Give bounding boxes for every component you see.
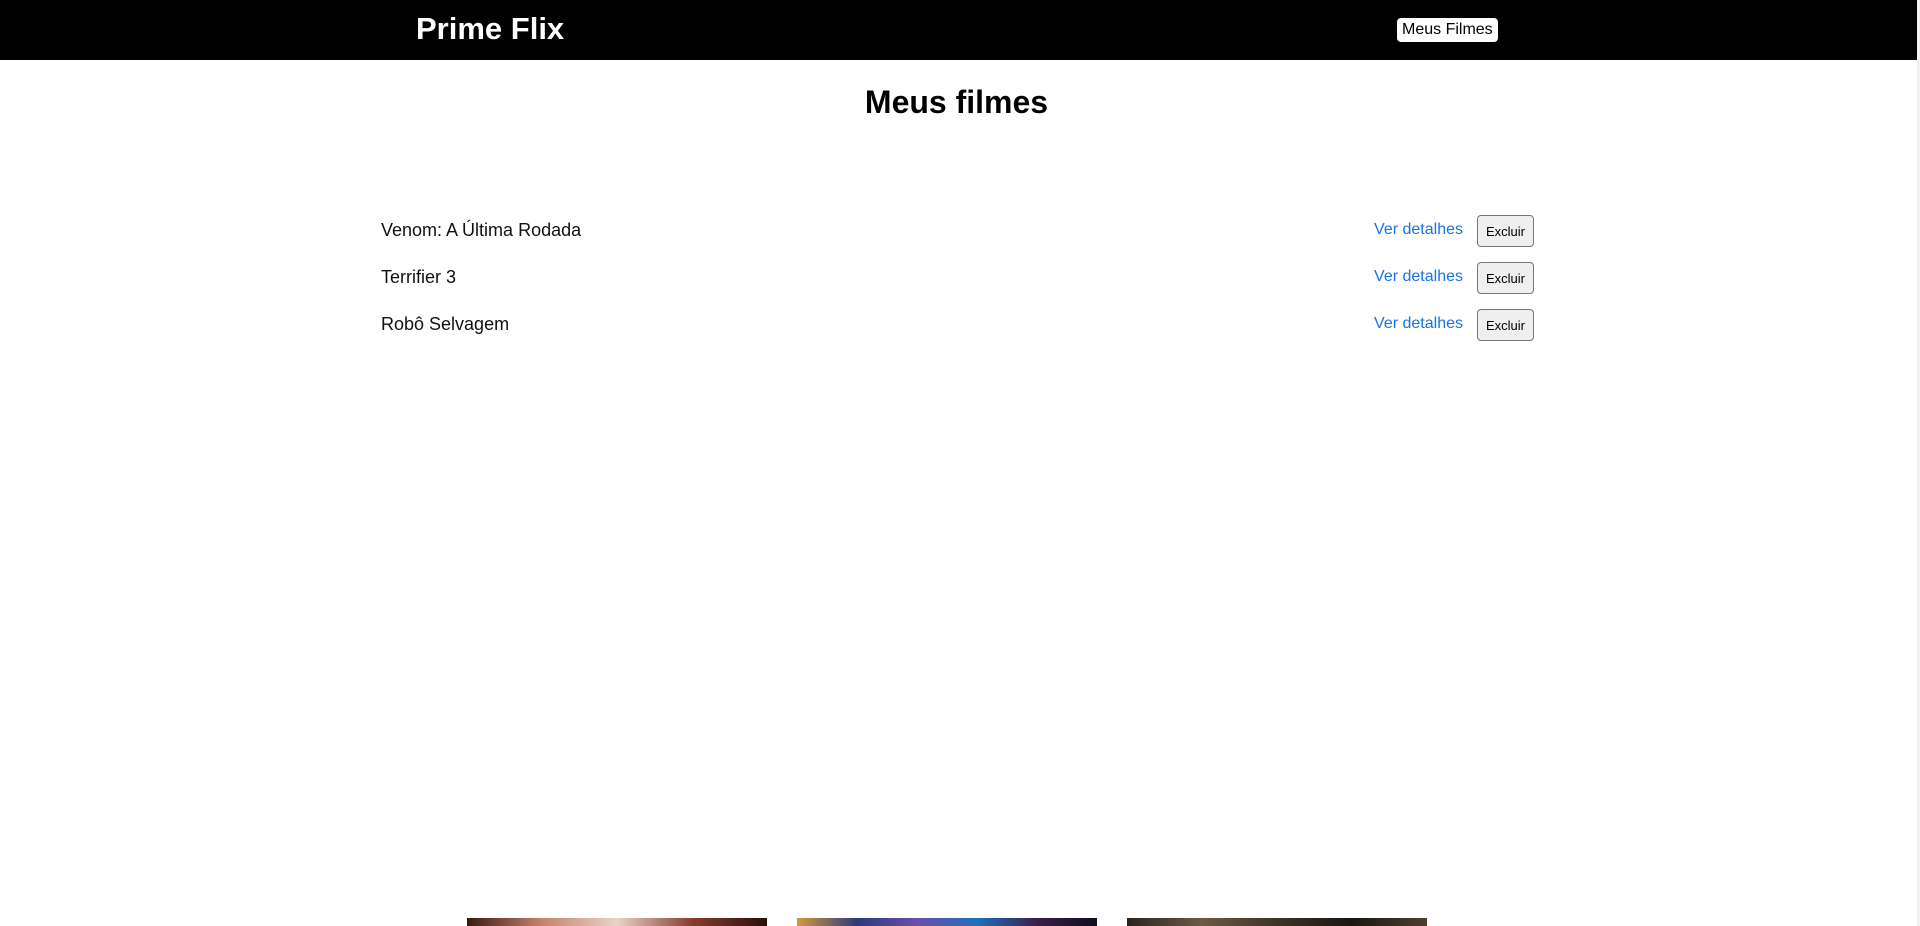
view-details-link[interactable]: Ver detalhes: [1374, 220, 1463, 240]
delete-button[interactable]: Excluir: [1477, 262, 1534, 294]
movie-poster-thumbnail[interactable]: [797, 918, 1097, 926]
movie-row: Terrifier 3 Ver detalhes Excluir: [381, 259, 1534, 306]
page-title: Meus filmes: [864, 84, 1049, 120]
movie-title: Robô Selvagem: [381, 314, 510, 334]
movie-title: Terrifier 3: [381, 267, 457, 287]
movie-poster-strip: [0, 918, 1920, 926]
movie-list: Venom: A Última Rodada Ver detalhes Excl…: [381, 212, 1534, 353]
brand-logo-link[interactable]: Prime Flix: [416, 11, 564, 47]
top-navigation-bar: Prime Flix Meus Filmes: [0, 0, 1917, 60]
page: Prime Flix Meus Filmes Meus filmes Venom…: [0, 0, 1920, 926]
view-details-link[interactable]: Ver detalhes: [1374, 267, 1463, 287]
my-movies-button[interactable]: Meus Filmes: [1397, 18, 1498, 42]
movie-poster-thumbnail[interactable]: [1127, 918, 1427, 926]
movie-row: Venom: A Última Rodada Ver detalhes Excl…: [381, 212, 1534, 259]
movie-title: Venom: A Última Rodada: [381, 220, 582, 240]
delete-button[interactable]: Excluir: [1477, 309, 1534, 341]
view-details-link[interactable]: Ver detalhes: [1374, 314, 1463, 334]
movie-row: Robô Selvagem Ver detalhes Excluir: [381, 306, 1534, 353]
movie-poster-thumbnail[interactable]: [467, 918, 767, 926]
delete-button[interactable]: Excluir: [1477, 215, 1534, 247]
